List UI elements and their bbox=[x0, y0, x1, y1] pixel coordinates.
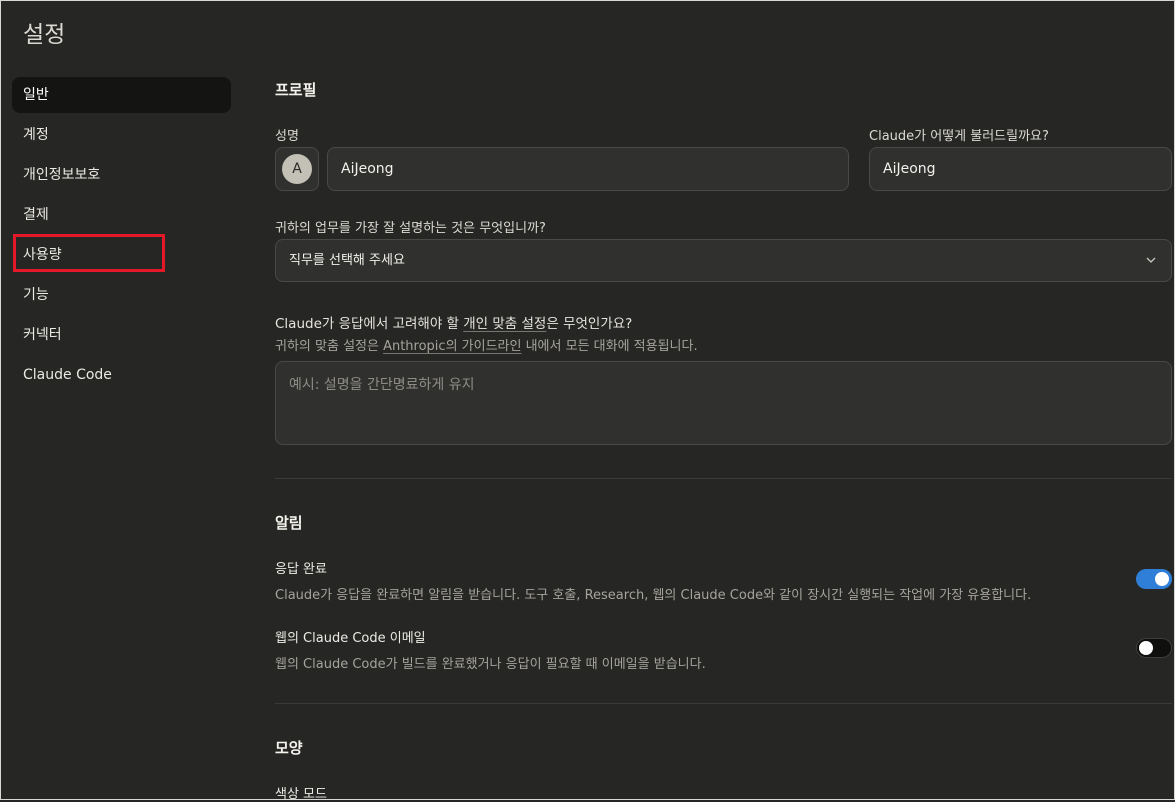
appearance-section-title: 모양 bbox=[275, 739, 303, 757]
sidebar-item-claude-code[interactable]: Claude Code bbox=[12, 357, 231, 393]
sidebar-item-label: 사용량 bbox=[23, 247, 62, 263]
response-complete-title: 응답 완료 bbox=[275, 562, 327, 577]
role-label: 귀하의 업무를 가장 잘 설명하는 것은 무엇입니까? bbox=[275, 221, 546, 236]
sidebar-item-label: 계정 bbox=[23, 127, 49, 143]
sidebar-item-label: Claude Code bbox=[23, 367, 112, 383]
role-select-value: 직무를 선택해 주세요 bbox=[289, 253, 405, 268]
sidebar-item-label: 결제 bbox=[23, 207, 49, 223]
name-label: 성명 bbox=[275, 129, 299, 144]
sidebar-item-features[interactable]: 기능 bbox=[12, 277, 231, 313]
sidebar-item-label: 일반 bbox=[23, 87, 49, 103]
preferences-subtext: 귀하의 맞춤 설정은 Anthropic의 가이드라인 내에서 모든 대화에 적… bbox=[275, 339, 698, 354]
settings-sidebar: 일반 계정 개인정보보호 결제 사용량 기능 커넥터 Claude Code bbox=[12, 77, 231, 397]
role-select[interactable]: 직무를 선택해 주세요 bbox=[275, 239, 1172, 282]
section-divider bbox=[275, 478, 1172, 479]
notifications-section-title: 알림 bbox=[275, 514, 303, 532]
avatar: A bbox=[282, 154, 312, 184]
sidebar-item-label: 기능 bbox=[23, 287, 49, 303]
preferences-textarea[interactable]: 예시: 설명을 간단명료하게 유지 bbox=[275, 361, 1172, 445]
page-title: 설정 bbox=[23, 22, 66, 48]
claude-code-email-desc: 웹의 Claude Code가 빌드를 완료했거나 응답이 필요할 때 이메일을… bbox=[275, 657, 706, 672]
toggle-knob bbox=[1155, 572, 1169, 586]
claude-code-email-title: 웹의 Claude Code 이메일 bbox=[275, 631, 426, 646]
response-complete-desc: Claude가 응답을 완료하면 알림을 받습니다. 도구 호출, Resear… bbox=[275, 588, 1032, 603]
sidebar-item-label: 개인정보보호 bbox=[23, 167, 101, 183]
preferences-placeholder: 예시: 설명을 간단명료하게 유지 bbox=[289, 377, 475, 393]
claude-code-email-toggle[interactable] bbox=[1136, 638, 1172, 658]
sidebar-item-account[interactable]: 계정 bbox=[12, 117, 231, 153]
nickname-label: Claude가 어떻게 불러드릴까요? bbox=[869, 129, 1049, 144]
avatar-box[interactable]: A bbox=[275, 147, 319, 191]
nickname-input[interactable]: AiJeong bbox=[869, 147, 1172, 191]
sidebar-item-label: 커넥터 bbox=[23, 327, 62, 343]
guidelines-link[interactable]: Anthropic의 가이드라인 bbox=[383, 339, 521, 354]
personal-preferences-link[interactable]: 개인 맞춤 설정 bbox=[463, 316, 546, 332]
response-complete-toggle[interactable] bbox=[1136, 569, 1172, 589]
sidebar-item-usage[interactable]: 사용량 bbox=[12, 234, 231, 273]
sidebar-item-billing[interactable]: 결제 bbox=[12, 197, 231, 233]
toggle-knob bbox=[1139, 641, 1153, 655]
sidebar-item-connectors[interactable]: 커넥터 bbox=[12, 317, 231, 353]
color-mode-label: 색상 모드 bbox=[275, 787, 327, 802]
preferences-question: Claude가 응답에서 고려해야 할 개인 맞춤 설정은 무엇인가요? bbox=[275, 316, 633, 332]
chevron-down-icon bbox=[1146, 257, 1156, 263]
sidebar-item-general[interactable]: 일반 bbox=[12, 77, 231, 113]
sidebar-item-privacy[interactable]: 개인정보보호 bbox=[12, 157, 231, 193]
section-divider bbox=[275, 703, 1172, 704]
profile-section-title: 프로필 bbox=[275, 81, 317, 99]
full-name-input[interactable]: AiJeong bbox=[327, 147, 849, 191]
